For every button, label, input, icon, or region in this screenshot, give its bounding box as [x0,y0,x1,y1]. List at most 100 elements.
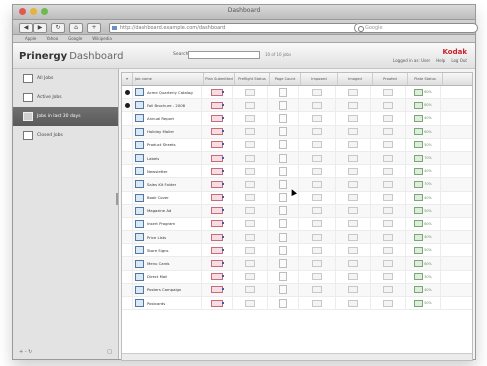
plan-status-icon[interactable] [211,167,224,175]
proof-icon[interactable] [383,114,393,122]
plan-status-icon[interactable] [211,141,224,149]
job-name[interactable]: Book Cover [147,195,169,200]
preflight-icon[interactable] [245,128,255,136]
table-row[interactable]: Magazine Ad 50% [122,204,472,218]
page-icon[interactable] [279,127,287,137]
proof-icon[interactable] [383,246,393,254]
table-row[interactable]: Fall Brochure - 2008 80% [122,99,472,113]
job-name[interactable]: Store Signs [147,248,169,253]
imposition-icon[interactable] [312,194,322,202]
imaging-icon[interactable] [348,101,358,109]
imaging-icon[interactable] [348,207,358,215]
sidebar-item[interactable]: All Jobs [13,69,118,88]
back-button[interactable]: ◀ [19,23,33,33]
job-name[interactable]: Price Lists [147,235,166,240]
table-row[interactable]: Book Cover 40% [122,191,472,205]
plate-status-icon[interactable] [414,167,424,175]
plate-status-icon[interactable] [414,141,424,149]
imposition-icon[interactable] [312,101,322,109]
imaging-icon[interactable] [348,220,358,228]
imaging-icon[interactable] [348,114,358,122]
plan-status-icon[interactable] [211,273,224,281]
column-header-toggle[interactable]: ▾ [122,73,133,85]
imaging-icon[interactable] [348,286,358,294]
plate-status-icon[interactable] [414,207,424,215]
column-header[interactable]: Proofed [373,73,408,85]
job-name[interactable]: Menu Cards [147,261,170,266]
plan-status-icon[interactable] [211,233,224,241]
page-icon[interactable] [279,272,287,282]
column-header[interactable]: Plan Submitted [204,73,235,85]
bookmark-item[interactable]: Yahoo [46,35,58,42]
imaging-icon[interactable] [348,141,358,149]
plan-status-icon[interactable] [211,194,224,202]
imposition-icon[interactable] [312,220,322,228]
plan-status-icon[interactable] [211,220,224,228]
preflight-icon[interactable] [245,273,255,281]
imposition-icon[interactable] [312,180,322,188]
plate-status-icon[interactable] [414,299,424,307]
page-icon[interactable] [279,193,287,203]
bookmark-item[interactable]: Apple [25,35,36,42]
column-header[interactable]: Preflight Status [235,73,270,85]
table-row[interactable]: Insert Program 60% [122,217,472,232]
table-row[interactable]: Product Sheets 50% [122,138,472,152]
sidebar-actions[interactable]: + - ↻ [19,349,32,355]
preflight-icon[interactable] [245,286,255,294]
job-name[interactable]: Sales Kit Folder [147,182,176,187]
imposition-icon[interactable] [312,207,322,215]
job-name[interactable]: Direct Mail [147,274,167,279]
table-row[interactable]: Newsletter 40% [122,165,472,179]
page-icon[interactable] [279,285,287,295]
plate-status-icon[interactable] [414,286,424,294]
plate-status-icon[interactable] [414,128,424,136]
proof-icon[interactable] [383,194,393,202]
plan-status-icon[interactable] [211,180,224,188]
imaging-icon[interactable] [348,246,358,254]
imposition-icon[interactable] [312,114,322,122]
imaging-icon[interactable] [348,88,358,96]
job-name[interactable]: Holiday Mailer [147,129,174,134]
plan-status-icon[interactable] [211,246,224,254]
table-row[interactable]: Annual Report 40% [122,112,472,126]
preflight-icon[interactable] [245,207,255,215]
page-icon[interactable] [279,219,287,229]
imposition-icon[interactable] [312,167,322,175]
job-name[interactable]: Insert Program [147,221,175,226]
column-header[interactable]: Page Count [270,73,301,85]
table-row[interactable]: Sales Kit Folder 70% [122,178,472,192]
column-header[interactable]: Imaged [338,73,373,85]
imaging-icon[interactable] [348,260,358,268]
imposition-icon[interactable] [312,299,322,307]
imposition-icon[interactable] [312,286,322,294]
imposition-icon[interactable] [312,88,322,96]
plate-status-icon[interactable] [414,194,424,202]
sidebar-view-toggle[interactable]: □ [107,349,112,355]
preflight-icon[interactable] [245,246,255,254]
proof-icon[interactable] [383,286,393,294]
job-name[interactable]: Magazine Ad [147,208,171,213]
address-bar[interactable]: http://dashboard.example.com/dashboard [109,23,357,33]
imaging-icon[interactable] [348,233,358,241]
table-row[interactable]: Labels 70% [122,151,472,166]
imaging-icon[interactable] [348,299,358,307]
bookmark-item[interactable]: Wikipedia [92,35,112,42]
preflight-icon[interactable] [245,167,255,175]
page-icon[interactable] [279,100,287,110]
plate-status-icon[interactable] [414,273,424,281]
plate-status-icon[interactable] [414,220,424,228]
preflight-icon[interactable] [245,88,255,96]
proof-icon[interactable] [383,207,393,215]
plan-status-icon[interactable] [211,260,224,268]
plan-status-icon[interactable] [211,207,224,215]
sidebar-splitter-handle[interactable] [116,193,118,205]
table-row[interactable]: Holiday Mailer 60% [122,125,472,139]
proof-icon[interactable] [383,154,393,162]
column-header[interactable]: Plate Status [408,73,443,85]
proof-icon[interactable] [383,88,393,96]
imaging-icon[interactable] [348,273,358,281]
plate-status-icon[interactable] [414,101,424,109]
imposition-icon[interactable] [312,141,322,149]
page-icon[interactable] [279,259,287,269]
horizontal-scrollbar[interactable] [122,353,472,360]
